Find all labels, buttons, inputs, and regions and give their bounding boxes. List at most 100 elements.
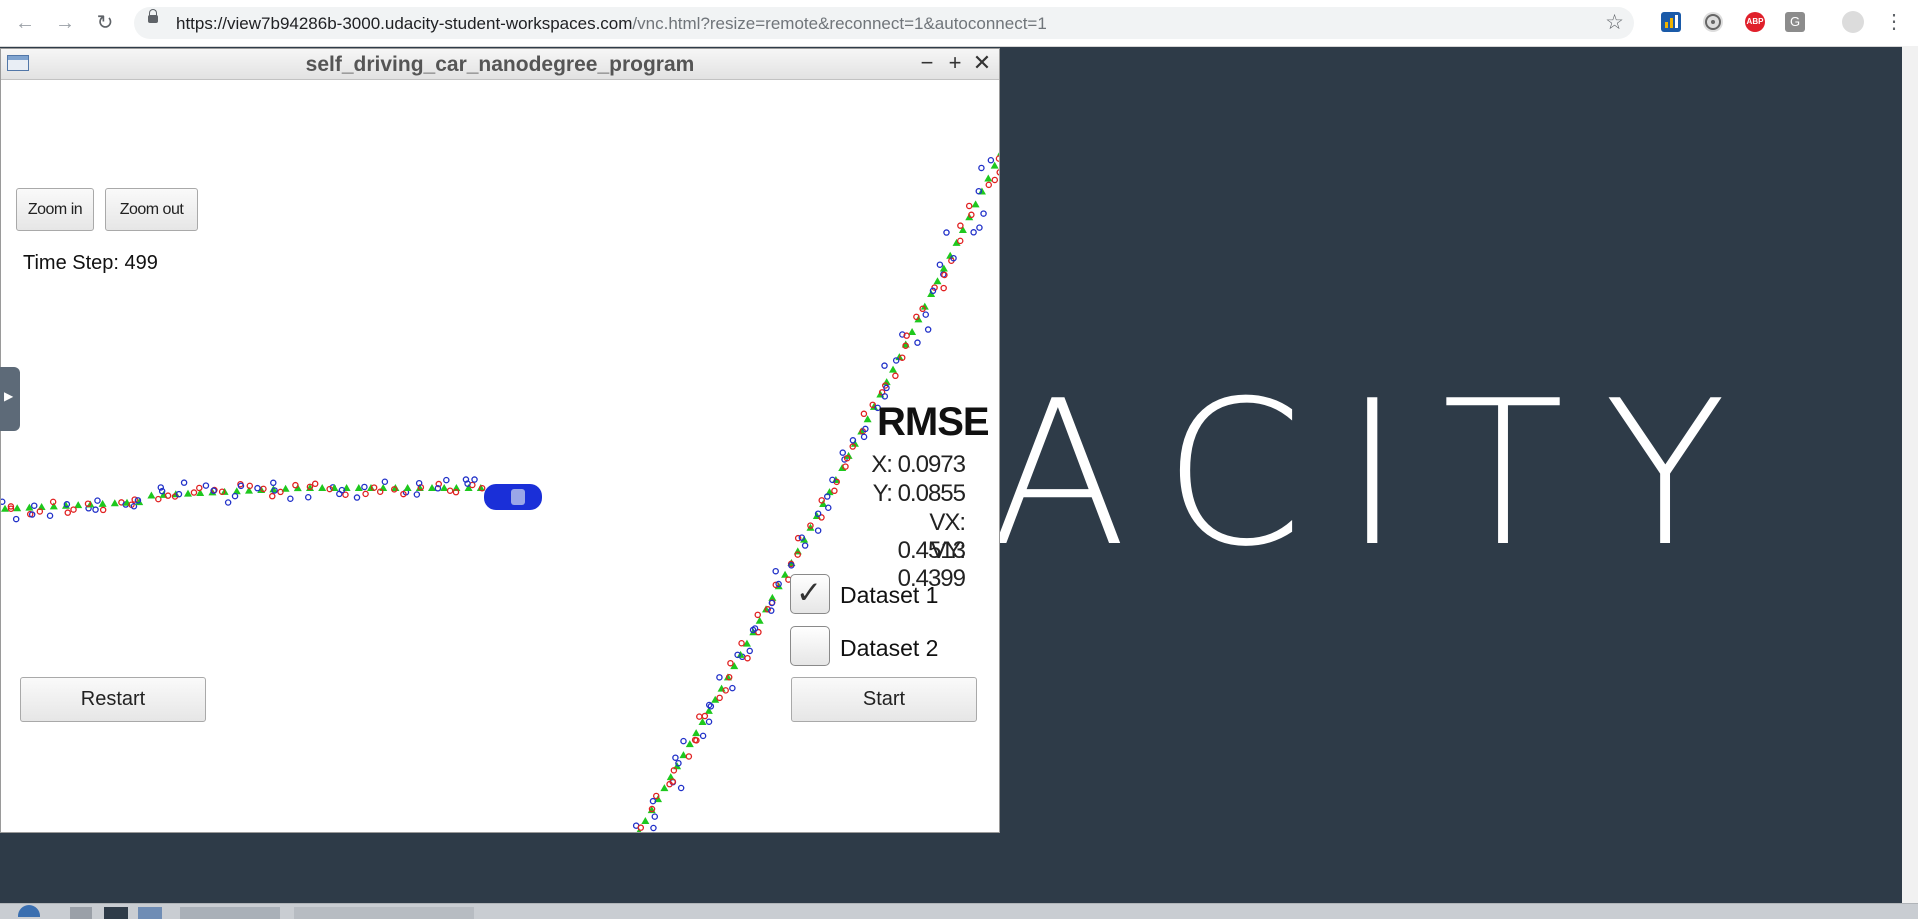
radar-marker xyxy=(202,482,210,489)
dataset1-label: Dataset 1 xyxy=(840,582,939,608)
estimate-marker xyxy=(147,491,156,499)
lidar-marker xyxy=(985,181,993,189)
radar-marker xyxy=(705,718,713,726)
radar-marker xyxy=(92,506,99,513)
adblock-icon[interactable]: ABP xyxy=(1745,12,1765,32)
lidar-marker xyxy=(70,506,77,513)
extension-icon[interactable] xyxy=(1703,12,1723,32)
vertical-scrollbar[interactable] xyxy=(1902,46,1918,903)
estimate-marker xyxy=(971,200,980,208)
taskbar xyxy=(0,903,1918,919)
reload-icon[interactable]: ↻ xyxy=(92,10,118,36)
arrow-left-icon[interactable]: ← xyxy=(12,10,38,36)
radar-marker xyxy=(892,357,900,364)
window-titlebar[interactable]: self_driving_car_nanodegree_program − + … xyxy=(1,49,999,80)
estimate-marker xyxy=(318,484,327,491)
radar-marker xyxy=(224,499,232,506)
estimate-marker xyxy=(342,484,351,491)
radar-marker xyxy=(980,210,987,217)
lidar-marker xyxy=(64,509,72,516)
lidar-marker xyxy=(818,497,825,504)
lidar-marker xyxy=(446,487,454,494)
lidar-marker xyxy=(744,654,751,662)
restart-button[interactable]: Restart xyxy=(20,677,206,722)
dataset2-label: Dataset 2 xyxy=(840,635,939,661)
radar-marker xyxy=(839,449,846,456)
lidar-marker xyxy=(637,824,645,831)
lidar-marker xyxy=(277,488,284,496)
radar-marker xyxy=(814,527,822,534)
estimate-marker xyxy=(692,729,701,737)
close-icon[interactable]: ✕ xyxy=(971,50,993,76)
taskbar-window-button[interactable] xyxy=(294,907,474,919)
radar-marker xyxy=(922,311,929,318)
lidar-marker xyxy=(831,487,838,495)
estimate-marker xyxy=(13,504,22,512)
radar-marker xyxy=(672,754,679,761)
lidar-marker xyxy=(342,491,349,498)
radar-marker xyxy=(443,476,450,484)
radar-marker xyxy=(914,339,921,346)
g-extension-icon[interactable]: G xyxy=(1785,12,1805,32)
minimize-icon[interactable]: − xyxy=(916,50,938,76)
radar-marker xyxy=(1,498,6,505)
checkmark-icon: ✓ xyxy=(796,575,822,610)
estimate-marker xyxy=(641,817,650,825)
lidar-marker xyxy=(696,713,703,720)
radar-marker xyxy=(860,433,868,441)
start-button[interactable]: Start xyxy=(791,677,977,722)
estimate-marker xyxy=(952,238,961,246)
radar-marker xyxy=(924,326,932,333)
maximize-icon[interactable]: + xyxy=(944,50,966,76)
dataset2-checkbox[interactable] xyxy=(790,626,830,666)
lidar-marker xyxy=(716,694,723,702)
lidar-marker xyxy=(860,410,868,418)
radar-marker xyxy=(94,497,101,504)
lidar-marker xyxy=(362,490,369,498)
terminal-icon[interactable] xyxy=(104,907,128,919)
estimate-marker xyxy=(838,463,847,471)
radar-marker xyxy=(30,502,38,509)
radar-marker xyxy=(772,567,779,575)
zoom-in-button[interactable]: Zoom in xyxy=(16,188,94,231)
rmse-title: RMSE xyxy=(877,400,990,444)
arrow-right-icon[interactable]: → xyxy=(52,10,78,36)
radar-marker xyxy=(304,494,312,501)
radar-marker xyxy=(413,491,421,498)
taskbar-window-button[interactable] xyxy=(180,907,280,919)
estimate-marker xyxy=(997,152,999,156)
radar-marker xyxy=(801,542,809,549)
radar-marker xyxy=(46,512,54,520)
taskbar-app-icon[interactable] xyxy=(70,907,92,919)
lock-icon xyxy=(148,9,158,23)
bookmark-star-icon[interactable]: ☆ xyxy=(1605,10,1624,35)
profile-avatar-icon[interactable] xyxy=(1842,11,1864,33)
address-bar[interactable]: https://view7b94286b-3000.udacity-studen… xyxy=(134,7,1634,39)
lidar-marker xyxy=(99,506,107,514)
radar-marker xyxy=(936,261,944,268)
analytics-extension-icon[interactable] xyxy=(1661,12,1681,32)
lidar-marker xyxy=(940,284,947,292)
url-text[interactable]: https://view7b94286b-3000.udacity-studen… xyxy=(176,14,1047,34)
lidar-marker xyxy=(738,640,745,647)
simulation-canvas[interactable]: Zoom in Zoom out Time Step: 499 RMSE X: … xyxy=(1,80,999,832)
lidar-marker xyxy=(246,482,254,490)
dataset1-checkbox[interactable]: ✓ xyxy=(790,574,830,614)
lidar-marker xyxy=(956,237,964,245)
radar-marker xyxy=(677,784,685,792)
radar-marker xyxy=(943,229,950,236)
radar-marker xyxy=(729,684,736,692)
lidar-marker xyxy=(196,484,203,492)
start-menu-icon[interactable] xyxy=(18,905,40,917)
radar-marker xyxy=(254,484,261,492)
lidar-marker xyxy=(892,372,899,380)
radar-marker xyxy=(231,492,239,500)
radar-marker xyxy=(650,824,657,832)
taskbar-app-icon[interactable] xyxy=(138,907,162,919)
lidar-marker xyxy=(701,712,709,720)
radar-marker xyxy=(987,156,995,164)
radar-marker xyxy=(976,224,983,231)
zoom-out-button[interactable]: Zoom out xyxy=(105,188,198,231)
menu-kebab-icon[interactable]: ⋮ xyxy=(1884,12,1904,32)
vnc-sidebar-handle-icon[interactable] xyxy=(0,367,20,431)
